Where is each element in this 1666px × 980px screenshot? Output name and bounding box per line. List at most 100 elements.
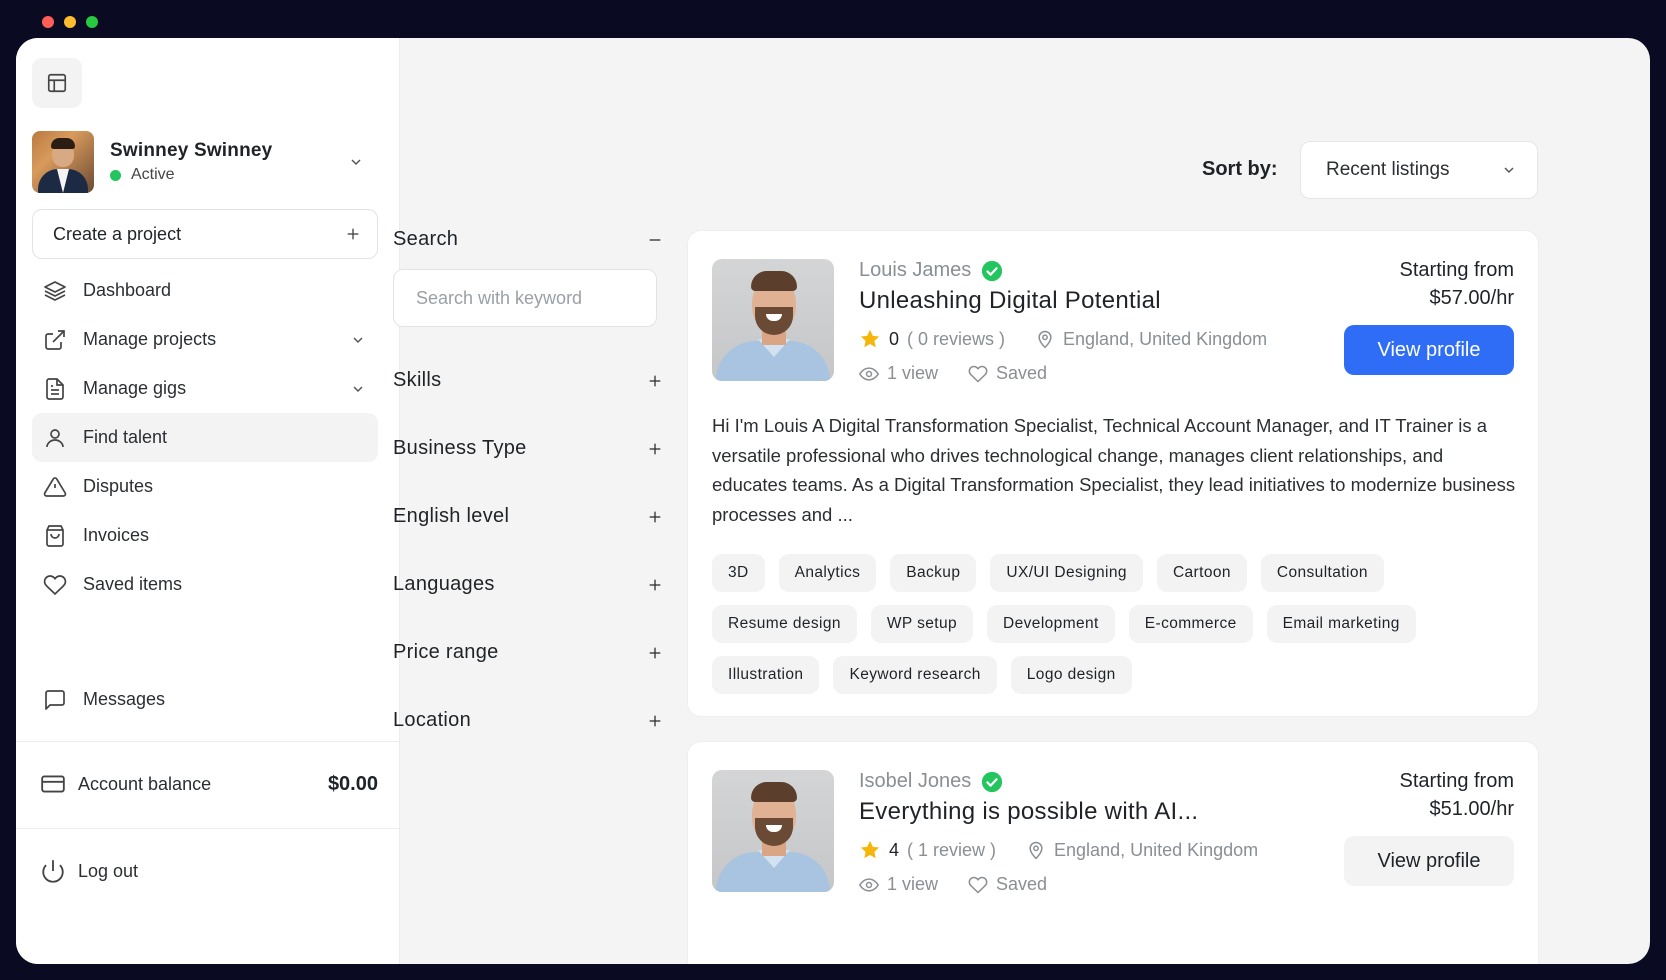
talent-name[interactable]: Louis James [859,259,971,282]
sidebar-item-label: Dashboard [83,280,172,300]
avatar [32,131,94,193]
skill-tag[interactable]: Backup [890,554,977,592]
warning-icon [42,474,68,500]
sidebar-divider [16,741,400,742]
save-toggle[interactable]: Saved [996,363,1047,384]
skill-tag[interactable]: Email marketing [1266,605,1416,643]
talent-headline[interactable]: Everything is possible with AI... [859,798,1198,826]
sidebar-item-manage-projects[interactable]: Manage projects [32,315,378,364]
save-toggle[interactable]: Saved [996,874,1047,895]
profile-name: Swinney Swinney [110,140,273,161]
logout-button[interactable]: Log out [40,850,138,892]
sidebar-item-label: Saved items [83,574,183,594]
filter-title: English level [393,505,510,527]
skill-tag[interactable]: Cartoon [1156,554,1247,592]
star-icon [860,329,880,348]
filter-languages[interactable]: Languages [393,573,663,596]
plus-icon [649,647,661,658]
plus-icon [649,715,661,726]
close-window-button[interactable] [42,16,54,28]
profile-status: Active [131,166,175,183]
sidebar-item-find-talent[interactable]: Find talent [32,413,378,462]
create-project-label: Create a project [53,223,182,244]
user-icon [42,425,68,451]
plus-icon [649,375,661,386]
keyword-search-input[interactable] [393,269,657,327]
talent-location: England, United Kingdom [1063,328,1268,349]
sidebar-item-messages[interactable]: Messages [32,675,378,724]
price-label: Starting from [1399,259,1514,281]
sidebar-item-disputes[interactable]: Disputes [32,462,378,511]
skill-tag[interactable]: WP setup [870,605,974,643]
chevron-down-icon [351,159,361,166]
minus-icon [649,238,661,241]
sidebar-item-label: Find talent [83,427,168,447]
sidebar: Swinney Swinney Active Create a project … [16,38,400,964]
eye-icon [859,366,879,381]
filter-business-type[interactable]: Business Type [393,437,663,460]
sidebar-item-manage-gigs[interactable]: Manage gigs [32,364,378,413]
filter-title: Search [393,228,459,250]
talent-headline[interactable]: Unleashing Digital Potential [859,287,1161,315]
view-profile-button[interactable]: View profile [1344,836,1514,886]
talent-photo[interactable] [712,770,834,892]
skill-tag[interactable]: E-commerce [1128,605,1253,643]
filter-search-header[interactable]: Search [393,228,663,251]
star-icon [860,840,880,859]
sidebar-item-invoices[interactable]: Invoices [32,511,378,560]
filter-price-range[interactable]: Price range [393,641,663,664]
sidebar-item-label: Manage projects [83,329,217,349]
skill-tag[interactable]: Keyword research [833,656,997,694]
skill-tag[interactable]: Consultation [1260,554,1384,592]
shopping-bag-icon [42,523,68,549]
skill-tag[interactable]: Analytics [778,554,877,592]
skill-tag[interactable]: 3D [712,554,765,592]
sidebar-item-dashboard[interactable]: Dashboard [32,266,378,315]
plus-icon [347,228,359,240]
heart-icon[interactable] [968,875,988,895]
sort-select[interactable]: Recent listings [1300,141,1538,199]
skill-tags: 3D Analytics Backup UX/UI Designing Cartoon C… [712,554,1518,694]
chevron-down-icon [353,336,363,343]
review-count: ( 1 review ) [907,839,997,860]
sidebar-item-saved-items[interactable]: Saved items [32,560,378,609]
talent-photo[interactable] [712,259,834,381]
view-count: 1 view [887,363,939,383]
filter-english-level[interactable]: English level [393,505,663,528]
plus-icon [649,443,661,454]
layout-toggle-button[interactable] [32,58,82,108]
rating-value: 4 [889,839,900,860]
talent-name[interactable]: Isobel Jones [859,770,971,793]
review-count: ( 0 reviews ) [907,328,1006,349]
view-profile-button[interactable]: View profile [1344,325,1514,375]
filter-location[interactable]: Location [393,709,663,732]
maximize-window-button[interactable] [86,16,98,28]
filter-title: Location [393,709,472,731]
location-pin-icon [1029,841,1043,860]
profile-switcher[interactable]: Swinney Swinney Active [32,130,378,194]
minimize-window-button[interactable] [64,16,76,28]
talent-description: Hi I'm Louis A Digital Transformation Sp… [712,415,1516,525]
account-balance-value: $0.00 [327,772,378,795]
skill-tag[interactable]: Resume design [712,605,857,643]
layout-icon [47,73,67,93]
talent-card: Louis James Unleashing Digital Potential… [687,230,1539,717]
filter-title: Languages [393,573,495,595]
skill-tag[interactable]: Development [987,605,1115,643]
verified-badge-icon [982,260,1003,281]
sidebar-item-label: Manage gigs [83,378,187,398]
talent-card: Isobel Jones Everything is possible with… [687,741,1539,964]
hourly-rate: $57.00/hr [1429,287,1514,309]
create-project-button[interactable]: Create a project [32,209,378,259]
sidebar-item-label: Disputes [83,476,154,496]
skill-tag[interactable]: Illustration [712,656,820,694]
eye-icon [859,877,879,892]
skill-tag[interactable]: Logo design [1010,656,1132,694]
talent-location: England, United Kingdom [1054,839,1259,860]
skill-tag[interactable]: UX/UI Designing [990,554,1143,592]
credit-card-icon [41,775,65,793]
heart-icon[interactable] [968,364,988,384]
hourly-rate: $51.00/hr [1429,798,1514,820]
heart-icon [42,572,68,598]
filter-skills[interactable]: Skills [393,369,663,392]
